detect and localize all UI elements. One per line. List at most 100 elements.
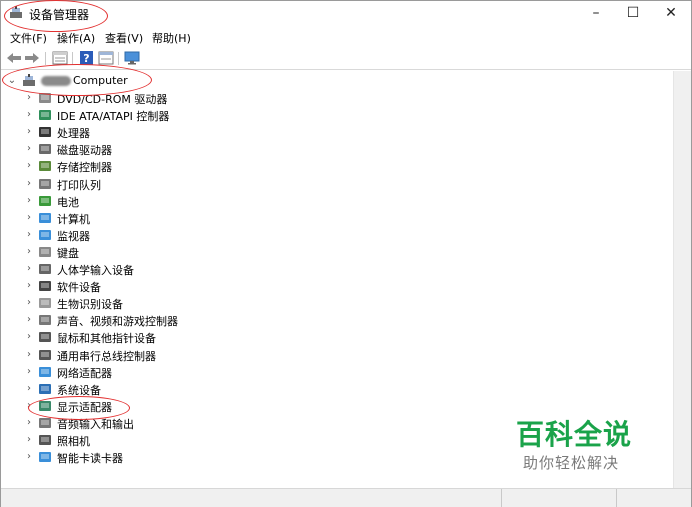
network-adapter-icon (39, 366, 51, 377)
annotation-circle-root (2, 64, 152, 96)
tree-item-label: 电池 (57, 195, 79, 209)
hid-icon (39, 264, 51, 274)
sound-icon (39, 315, 51, 326)
tree-item[interactable]: › 网络适配器 (1, 364, 691, 381)
chevron-right-icon[interactable]: › (24, 125, 34, 139)
menu-bar: 文件(F) 操作(A) 查看(V) 帮助(H) (1, 28, 691, 46)
back-icon[interactable] (6, 51, 22, 65)
tree-item[interactable]: › 人体学输入设备 (1, 261, 691, 278)
tree-item[interactable]: › 电池 (1, 193, 691, 210)
tree-item-label: 生物识别设备 (57, 298, 123, 312)
monitor-icon (39, 229, 51, 240)
tree-item[interactable]: › 计算机 (1, 210, 691, 227)
chevron-right-icon[interactable]: › (24, 108, 34, 122)
tree-item-label: 打印队列 (57, 178, 101, 192)
chevron-right-icon[interactable]: › (24, 211, 34, 225)
chevron-right-icon[interactable]: › (24, 382, 34, 396)
svg-text:?: ? (83, 52, 89, 65)
monitor-icon[interactable] (124, 51, 140, 65)
close-button[interactable]: ✕ (651, 1, 691, 26)
tree-item[interactable]: › 鼠标和其他指针设备 (1, 329, 691, 346)
ide-controller-icon (39, 110, 51, 121)
chevron-right-icon[interactable]: › (24, 416, 34, 430)
tree-item[interactable]: › 磁盘驱动器 (1, 141, 691, 158)
menu-help[interactable]: 帮助(H) (152, 30, 191, 46)
biometric-icon (39, 298, 51, 309)
chevron-right-icon[interactable]: › (24, 365, 34, 379)
watermark-title: 百科全说 (516, 418, 633, 451)
tree-item-label: 处理器 (57, 127, 90, 141)
forward-icon[interactable] (24, 51, 40, 65)
tree-item[interactable]: › 软件设备 (1, 278, 691, 295)
system-device-icon (39, 383, 51, 394)
chevron-right-icon[interactable]: › (24, 262, 34, 276)
annotation-circle-title (4, 0, 108, 32)
toolbar-separator (118, 52, 119, 65)
camera-icon (39, 435, 51, 445)
toolbar-separator (45, 52, 46, 65)
smart-card-reader-icon (39, 452, 51, 463)
tree-item-label: 照相机 (57, 435, 90, 448)
chevron-right-icon[interactable]: › (24, 279, 34, 293)
chevron-right-icon[interactable]: › (24, 159, 34, 173)
chevron-right-icon[interactable]: › (24, 228, 34, 242)
chevron-right-icon[interactable]: › (24, 142, 34, 156)
tree-item[interactable]: › 通用串行总线控制器 (1, 347, 691, 364)
tree-item-label: 键盘 (57, 246, 79, 260)
tree-item-label: 智能卡读卡器 (57, 452, 123, 466)
tree-item[interactable]: › 存储控制器 (1, 158, 691, 175)
tree-item-label: 监视器 (57, 229, 90, 243)
vertical-scrollbar[interactable] (673, 71, 691, 488)
chevron-right-icon[interactable]: › (24, 330, 34, 344)
tree-item[interactable]: › 声音、视频和游戏控制器 (1, 312, 691, 329)
maximize-button[interactable]: ☐ (613, 1, 653, 26)
computer-icon (39, 212, 51, 223)
annotation-circle-display-adapter (28, 396, 130, 420)
menu-action[interactable]: 操作(A) (57, 30, 95, 46)
help-icon[interactable]: ? (79, 51, 95, 65)
tree-item[interactable]: › 系统设备 (1, 381, 691, 398)
menu-file[interactable]: 文件(F) (10, 30, 47, 46)
status-cell (501, 489, 617, 507)
mouse-icon (39, 332, 51, 343)
chevron-right-icon[interactable]: › (24, 194, 34, 208)
watermark-subtitle: 助你轻松解决 (523, 454, 620, 472)
tree-item[interactable]: › 处理器 (1, 124, 691, 141)
chevron-right-icon[interactable]: › (24, 348, 34, 362)
tree-item[interactable]: › 键盘 (1, 244, 691, 261)
chevron-right-icon[interactable]: › (24, 177, 34, 191)
properties-icon[interactable] (52, 51, 68, 65)
tree-item-label: IDE ATA/ATAPI 控制器 (57, 110, 170, 124)
tree-item[interactable]: › 打印队列 (1, 176, 691, 193)
tree-item-label: 鼠标和其他指针设备 (57, 332, 156, 346)
battery-icon (39, 195, 51, 206)
tree-item[interactable]: › 监视器 (1, 227, 691, 244)
tree-item-label: 软件设备 (57, 281, 101, 295)
tree-item[interactable]: › IDE ATA/ATAPI 控制器 (1, 107, 691, 124)
chevron-right-icon[interactable]: › (24, 313, 34, 327)
storage-controller-icon (39, 161, 51, 172)
minimize-button[interactable]: – (576, 1, 616, 26)
usb-icon (39, 349, 51, 360)
status-cell (616, 489, 692, 507)
chevron-right-icon[interactable]: › (24, 450, 34, 464)
disk-drive-icon (39, 144, 51, 155)
menu-view[interactable]: 查看(V) (105, 30, 143, 46)
status-bar (1, 488, 691, 507)
chevron-right-icon[interactable]: › (24, 433, 34, 447)
processor-icon (39, 127, 51, 138)
details-icon[interactable] (98, 51, 114, 65)
tree-item-label: 声音、视频和游戏控制器 (57, 315, 178, 329)
chevron-right-icon[interactable]: › (24, 245, 34, 259)
tree-item-label: 通用串行总线控制器 (57, 349, 156, 363)
tree-item-label: 人体学输入设备 (57, 264, 134, 277)
tree-item-label: 磁盘驱动器 (57, 144, 112, 158)
software-device-icon (39, 281, 51, 292)
tree-item-label: 存储控制器 (57, 161, 112, 175)
chevron-right-icon[interactable]: › (24, 91, 34, 105)
tree-item-label: 网络适配器 (57, 366, 112, 380)
keyboard-icon (39, 246, 51, 257)
tree-item[interactable]: › 生物识别设备 (1, 295, 691, 312)
chevron-right-icon[interactable]: › (24, 296, 34, 310)
printer-icon (39, 178, 51, 189)
